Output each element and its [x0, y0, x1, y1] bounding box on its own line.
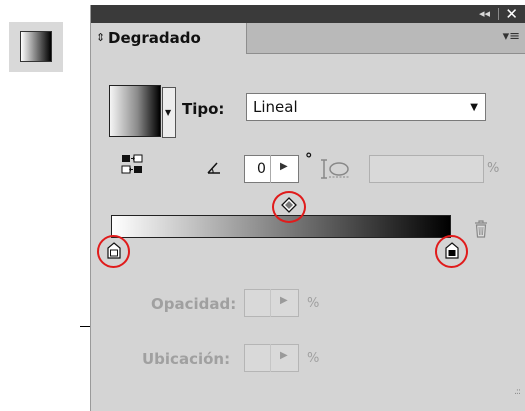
- opacity-percent-unit: %: [307, 296, 320, 311]
- type-label: Tipo:: [182, 100, 225, 118]
- panel-tabbar: ⇕ Degradado ▾≡: [91, 23, 525, 54]
- play-icon: ▶: [280, 350, 288, 361]
- chevron-down-icon: ▼: [470, 102, 478, 113]
- type-select[interactable]: Lineal ▼: [246, 93, 486, 121]
- gradient-panel: ◂◂ ✕ ⇕ Degradado ▾≡ ▼ Tipo: Lineal ▼ 0 ▶…: [90, 5, 525, 411]
- angle-value: 0: [257, 161, 266, 177]
- end-stop-highlight-circle: [435, 235, 468, 268]
- gradient-preview-swatch[interactable]: [109, 85, 161, 137]
- play-icon: ▶: [280, 161, 288, 172]
- opacity-label: Opacidad:: [151, 295, 237, 313]
- panel-titlebar: ◂◂ ✕: [91, 5, 525, 23]
- midpoint-highlight-circle: [272, 191, 306, 223]
- start-stop-highlight-circle: [97, 235, 130, 268]
- resize-grip-icon[interactable]: .::: [514, 387, 521, 397]
- reverse-gradient-icon[interactable]: [121, 153, 143, 175]
- double-chevron-left-icon[interactable]: ◂◂: [479, 7, 490, 20]
- updown-arrows-icon: ⇕: [96, 31, 106, 44]
- aspect-ratio-icon: [321, 159, 349, 179]
- location-stepper-button[interactable]: ▶: [270, 344, 299, 372]
- angle-stepper-button[interactable]: ▶: [270, 155, 299, 183]
- trash-icon[interactable]: [474, 219, 488, 239]
- gradient-tool-thumbnail[interactable]: [9, 22, 63, 72]
- aspect-percent-unit: %: [487, 161, 500, 176]
- close-icon[interactable]: ✕: [505, 5, 518, 23]
- tab-degradado[interactable]: ⇕ Degradado: [91, 23, 247, 54]
- aspect-ratio-input[interactable]: [369, 155, 484, 183]
- location-label: Ubicación:: [142, 350, 231, 368]
- tab-label: Degradado: [108, 29, 201, 47]
- gradient-preview-dropdown[interactable]: ▼: [162, 87, 176, 138]
- play-icon: ▶: [280, 295, 288, 306]
- type-select-value: Lineal: [253, 98, 298, 116]
- divider-line: [80, 326, 90, 327]
- location-percent-unit: %: [307, 351, 320, 366]
- panel-menu-icon[interactable]: ▾≡: [503, 29, 520, 44]
- angle-icon: [207, 162, 220, 174]
- chevron-down-icon: ▼: [165, 108, 172, 117]
- gradient-thumbnail-swatch: [20, 31, 52, 62]
- degree-symbol: °: [305, 150, 313, 168]
- opacity-stepper-button[interactable]: ▶: [270, 289, 299, 317]
- titlebar-separator: [498, 8, 499, 20]
